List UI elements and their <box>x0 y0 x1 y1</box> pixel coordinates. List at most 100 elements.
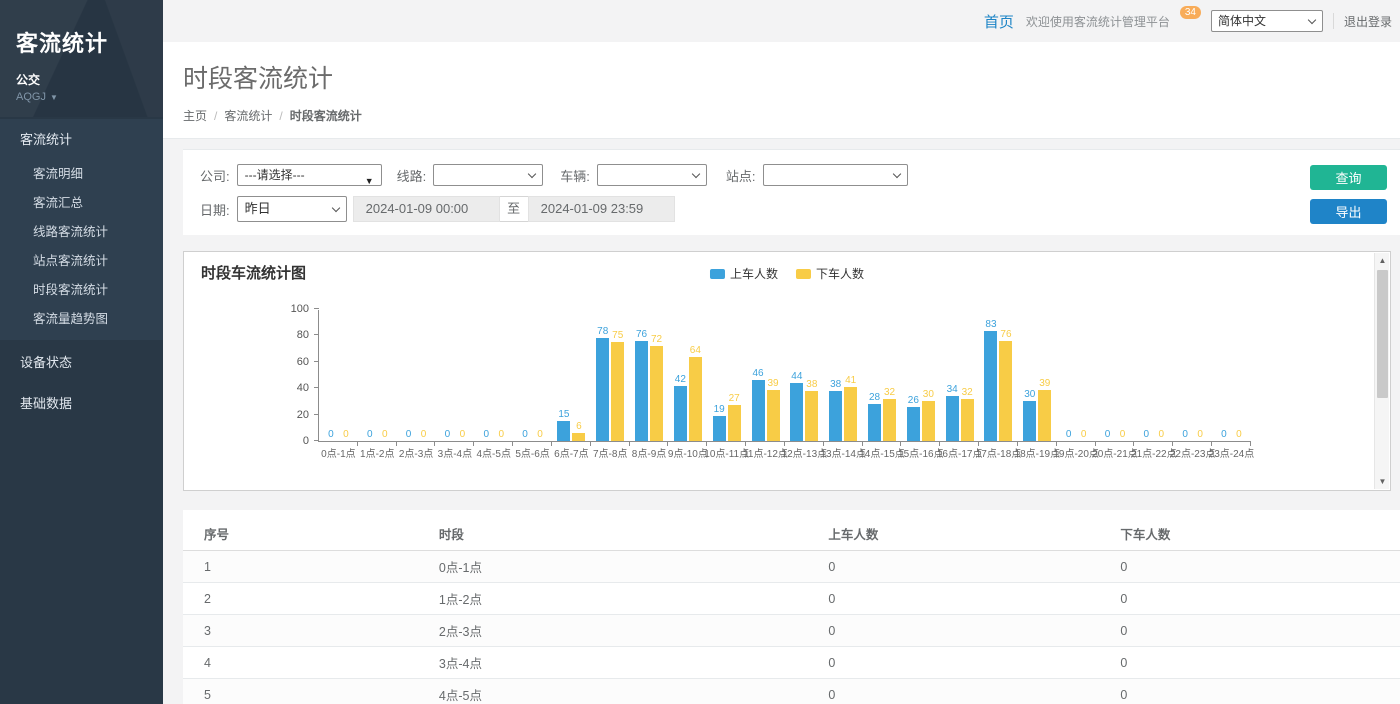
bar-value-label: 32 <box>884 387 895 398</box>
company-select[interactable]: ---请选择--- ▼ <box>237 164 382 186</box>
bar[interactable] <box>883 399 896 441</box>
bar-column: 42 <box>674 310 687 441</box>
sidebar-section: 基础数据 <box>0 383 163 422</box>
bar-column: 0 <box>1217 310 1230 441</box>
welcome-text: 欢迎使用客流统计管理平台 <box>1026 13 1170 30</box>
bar[interactable] <box>572 433 585 441</box>
company-select-value: ---请选择--- <box>245 168 305 182</box>
home-link[interactable]: 首页 <box>984 11 1014 32</box>
breadcrumb-item[interactable]: 客流统计 <box>224 109 272 123</box>
chart-scrollbar[interactable]: ▲ ▼ <box>1374 253 1389 489</box>
date-end-input[interactable]: 2024-01-09 23:59 <box>528 196 675 222</box>
bar-value-label: 0 <box>1120 429 1126 440</box>
bar[interactable] <box>961 399 974 441</box>
scroll-down-icon[interactable]: ▼ <box>1375 474 1390 489</box>
bar[interactable] <box>674 386 687 441</box>
legend-item[interactable]: 上车人数 <box>710 265 778 282</box>
date-label: 日期: <box>200 200 230 219</box>
line-select[interactable] <box>433 164 543 186</box>
station-select[interactable] <box>763 164 908 186</box>
bar-group: 001点-2点 <box>358 310 397 441</box>
bar-column: 0 <box>402 310 415 441</box>
bar[interactable] <box>650 346 663 441</box>
date-start-input[interactable]: 2024-01-09 00:00 <box>353 196 500 222</box>
user-dropdown[interactable]: AQGJ▼ <box>16 91 153 103</box>
bar[interactable] <box>635 341 648 441</box>
sidebar-item[interactable]: 基础数据 <box>0 383 163 422</box>
table-row[interactable]: 54点-5点00 <box>183 679 1400 704</box>
breadcrumb-item[interactable]: 主页 <box>183 109 207 123</box>
bar-group: 0021点-22点 <box>1134 310 1173 441</box>
bar[interactable] <box>922 401 935 441</box>
scrollbar-thumb[interactable] <box>1377 270 1388 398</box>
table-cell: 4 <box>183 647 418 679</box>
bar-value-label: 0 <box>343 429 349 440</box>
bar[interactable] <box>557 421 570 441</box>
sidebar-item[interactable]: 线路客流统计 <box>0 216 163 245</box>
table-cell: 0 <box>807 679 1099 704</box>
language-select[interactable]: 简体中文 <box>1211 10 1323 32</box>
table-row[interactable]: 10点-1点00 <box>183 551 1400 583</box>
bar-value-label: 41 <box>845 375 856 386</box>
bar[interactable] <box>946 396 959 441</box>
bar-group: 0023点-24点 <box>1212 310 1251 441</box>
bar[interactable] <box>999 341 1012 441</box>
bar-value-label: 34 <box>947 384 958 395</box>
bar[interactable] <box>844 387 857 441</box>
table-cell: 3点-4点 <box>418 647 807 679</box>
legend-label: 下车人数 <box>816 265 864 282</box>
vehicle-select[interactable] <box>597 164 707 186</box>
sidebar-item[interactable]: 客流明细 <box>0 158 163 187</box>
bar[interactable] <box>805 391 818 441</box>
export-button[interactable]: 导出 <box>1310 199 1387 224</box>
bar[interactable] <box>689 357 702 441</box>
sidebar-item[interactable]: 站点客流统计 <box>0 245 163 274</box>
bar-value-label: 42 <box>675 374 686 385</box>
table-cell: 0 <box>1099 679 1400 704</box>
sidebar-item[interactable]: 设备状态 <box>0 342 163 381</box>
bar[interactable] <box>713 416 726 441</box>
bar[interactable] <box>767 390 780 441</box>
bar[interactable] <box>596 338 609 441</box>
bar-group: 76728点-9点 <box>630 310 669 441</box>
bar[interactable] <box>611 342 624 441</box>
scroll-up-icon[interactable]: ▲ <box>1375 253 1390 268</box>
bar-value-label: 0 <box>445 429 451 440</box>
bar[interactable] <box>907 407 920 441</box>
bar-value-label: 0 <box>1081 429 1087 440</box>
bar[interactable] <box>984 331 997 441</box>
bar[interactable] <box>1023 401 1036 441</box>
table-row[interactable]: 21点-2点00 <box>183 583 1400 615</box>
bar-column: 34 <box>946 310 959 441</box>
sidebar-item[interactable]: 时段客流统计 <box>0 274 163 303</box>
sidebar-item[interactable]: 客流统计 <box>0 119 163 158</box>
bar-group: 0020点-21点 <box>1096 310 1135 441</box>
bar-value-label: 0 <box>406 429 412 440</box>
bar-value-label: 83 <box>985 319 996 330</box>
date-preset-select[interactable]: 昨日 <box>237 196 347 222</box>
bar[interactable] <box>790 383 803 441</box>
bar-value-label: 0 <box>537 429 543 440</box>
user-name: AQGJ <box>16 91 46 103</box>
sidebar-item[interactable]: 客流汇总 <box>0 187 163 216</box>
table-row[interactable]: 43点-4点00 <box>183 647 1400 679</box>
bar-value-label: 32 <box>962 387 973 398</box>
y-axis-tick-label: 40 <box>273 382 309 394</box>
bar[interactable] <box>752 380 765 441</box>
legend-swatch <box>710 269 725 279</box>
chevron-down-icon <box>331 204 339 212</box>
notification-badge[interactable]: 34 <box>1180 6 1201 19</box>
bar-column: 75 <box>611 310 624 441</box>
table-row[interactable]: 32点-3点00 <box>183 615 1400 647</box>
bar[interactable] <box>868 404 881 441</box>
triangle-down-icon: ▼ <box>365 171 374 191</box>
query-button[interactable]: 查询 <box>1310 165 1387 190</box>
bar-column: 41 <box>844 310 857 441</box>
chart-panel: 时段车流统计图 上车人数下车人数 020406080100000点-1点001点… <box>183 251 1391 491</box>
bar[interactable] <box>829 391 842 441</box>
legend-item[interactable]: 下车人数 <box>796 265 864 282</box>
bar[interactable] <box>728 405 741 441</box>
sidebar-item[interactable]: 客流量趋势图 <box>0 303 163 332</box>
bar[interactable] <box>1038 390 1051 441</box>
logout-link[interactable]: 退出登录 <box>1344 13 1392 30</box>
